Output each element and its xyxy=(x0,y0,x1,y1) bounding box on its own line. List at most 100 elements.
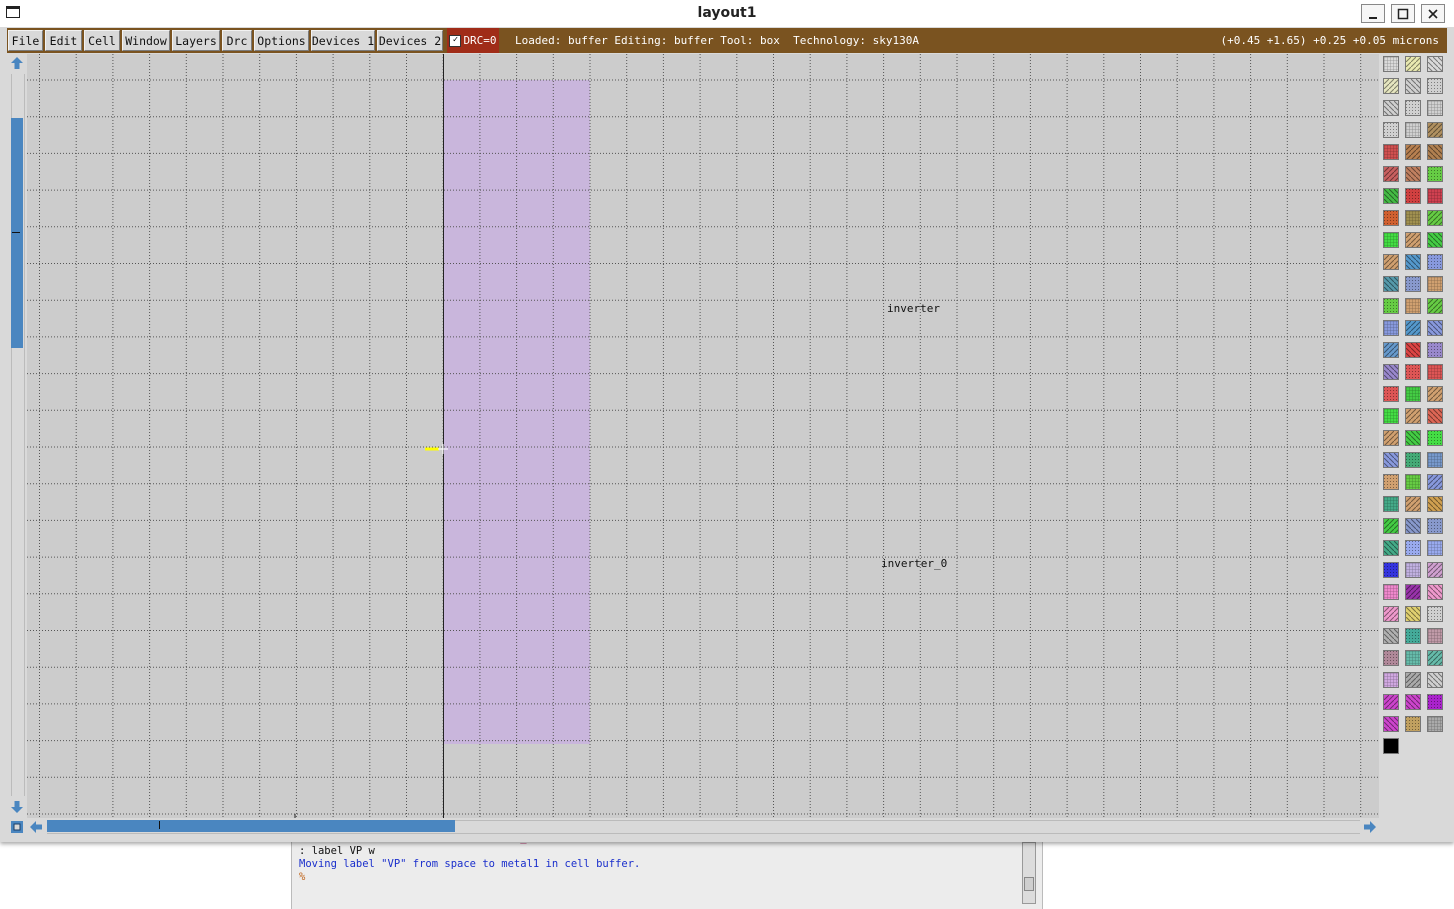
menu-window[interactable]: Window xyxy=(122,30,170,51)
layer-swatch[interactable] xyxy=(1427,496,1443,512)
layer-swatch[interactable] xyxy=(1405,342,1421,358)
layer-swatch[interactable] xyxy=(1383,606,1399,622)
console-scroll-thumb[interactable] xyxy=(1024,877,1034,891)
drc-checkbox[interactable]: ✓ xyxy=(449,34,462,47)
layer-swatch[interactable] xyxy=(1405,430,1421,446)
layer-swatch[interactable] xyxy=(1427,188,1443,204)
layer-swatch[interactable] xyxy=(1383,166,1399,182)
layer-swatch[interactable] xyxy=(1405,650,1421,666)
layer-swatch[interactable] xyxy=(1427,694,1443,710)
horizontal-scroll-thumb[interactable] xyxy=(47,820,455,832)
layer-swatch[interactable] xyxy=(1427,628,1443,644)
layer-swatch[interactable] xyxy=(1427,276,1443,292)
layer-swatch[interactable] xyxy=(1427,716,1443,732)
layer-swatch[interactable] xyxy=(1383,78,1399,94)
layer-swatch[interactable] xyxy=(1383,628,1399,644)
layer-swatch[interactable] xyxy=(1427,210,1443,226)
layer-swatch[interactable] xyxy=(1427,408,1443,424)
menu-devices-1[interactable]: Devices 1 xyxy=(311,30,375,51)
layer-swatch[interactable] xyxy=(1405,320,1421,336)
layer-swatch[interactable] xyxy=(1427,144,1443,160)
layer-swatch[interactable] xyxy=(1427,122,1443,138)
layer-swatch[interactable] xyxy=(1427,298,1443,314)
horizontal-scrollbar[interactable] xyxy=(9,818,1379,836)
layer-swatch[interactable] xyxy=(1383,298,1399,314)
layer-swatch[interactable] xyxy=(1383,276,1399,292)
scroll-up-button[interactable] xyxy=(10,56,24,70)
layer-swatch[interactable] xyxy=(1427,672,1443,688)
layer-swatch[interactable] xyxy=(1427,100,1443,116)
layer-swatch[interactable] xyxy=(1405,672,1421,688)
layer-swatch[interactable] xyxy=(1427,518,1443,534)
layer-swatch[interactable] xyxy=(1383,694,1399,710)
layer-swatch[interactable] xyxy=(1405,78,1421,94)
layer-swatch[interactable] xyxy=(1405,210,1421,226)
menu-layers[interactable]: Layers xyxy=(172,30,220,51)
layer-swatch[interactable] xyxy=(1383,122,1399,138)
layer-swatch[interactable] xyxy=(1405,628,1421,644)
layer-swatch[interactable] xyxy=(1383,100,1399,116)
layer-swatch[interactable] xyxy=(1383,342,1399,358)
layer-swatch[interactable] xyxy=(1383,496,1399,512)
layer-swatch[interactable] xyxy=(1383,562,1399,578)
layer-swatch[interactable] xyxy=(1427,254,1443,270)
layer-swatch[interactable] xyxy=(1405,606,1421,622)
layer-swatch[interactable] xyxy=(1405,540,1421,556)
scroll-left-button[interactable] xyxy=(29,820,43,834)
layer-swatch[interactable] xyxy=(1383,56,1399,72)
layer-swatch[interactable] xyxy=(1427,364,1443,380)
layer-swatch[interactable] xyxy=(1427,606,1443,622)
zoom-box-button[interactable] xyxy=(10,820,24,834)
layer-swatch[interactable] xyxy=(1383,716,1399,732)
layer-swatch[interactable] xyxy=(1405,276,1421,292)
menu-options[interactable]: Options xyxy=(254,30,309,51)
layer-swatch[interactable] xyxy=(1405,100,1421,116)
layer-swatch[interactable] xyxy=(1405,452,1421,468)
layer-swatch[interactable] xyxy=(1427,474,1443,490)
layer-swatch[interactable] xyxy=(1383,540,1399,556)
layer-swatch[interactable] xyxy=(1427,650,1443,666)
cell-label-inverter-0[interactable]: inverter_0 xyxy=(881,557,947,570)
close-button[interactable] xyxy=(1421,4,1445,23)
layer-swatch[interactable] xyxy=(1405,232,1421,248)
layer-swatch[interactable] xyxy=(1427,452,1443,468)
layer-swatch[interactable] xyxy=(1405,584,1421,600)
minimize-button[interactable] xyxy=(1361,4,1385,23)
layer-swatch[interactable] xyxy=(1405,562,1421,578)
layer-swatch[interactable] xyxy=(1427,56,1443,72)
layer-swatch[interactable] xyxy=(1405,166,1421,182)
layer-swatch[interactable] xyxy=(1383,518,1399,534)
layer-swatch[interactable] xyxy=(1405,386,1421,402)
layer-swatch[interactable] xyxy=(1427,562,1443,578)
layer-swatch[interactable] xyxy=(1405,716,1421,732)
vertical-scrollbar[interactable] xyxy=(9,54,25,818)
layer-swatch[interactable] xyxy=(1427,342,1443,358)
layer-swatch[interactable] xyxy=(1383,672,1399,688)
menu-devices-2[interactable]: Devices 2 xyxy=(377,30,443,51)
layer-swatch[interactable] xyxy=(1383,364,1399,380)
maximize-button[interactable] xyxy=(1391,4,1415,23)
layer-swatch[interactable] xyxy=(1383,232,1399,248)
drc-indicator[interactable]: ✓ DRC=0 xyxy=(447,28,499,53)
layer-swatch[interactable] xyxy=(1383,452,1399,468)
layer-swatch[interactable] xyxy=(1405,122,1421,138)
layer-swatch[interactable] xyxy=(1383,738,1399,754)
layer-swatch[interactable] xyxy=(1405,364,1421,380)
layer-swatch[interactable] xyxy=(1405,496,1421,512)
layer-swatch[interactable] xyxy=(1405,298,1421,314)
layer-swatch[interactable] xyxy=(1405,188,1421,204)
layer-swatch[interactable] xyxy=(1405,56,1421,72)
layer-swatch[interactable] xyxy=(1383,584,1399,600)
layer-swatch[interactable] xyxy=(1405,694,1421,710)
menu-drc[interactable]: Drc xyxy=(222,30,252,51)
menu-cell[interactable]: Cell xyxy=(84,30,120,51)
layer-swatch[interactable] xyxy=(1383,430,1399,446)
layer-swatch[interactable] xyxy=(1405,254,1421,270)
menu-edit[interactable]: Edit xyxy=(45,30,82,51)
layer-swatch[interactable] xyxy=(1427,166,1443,182)
layer-swatch[interactable] xyxy=(1383,650,1399,666)
layer-swatch[interactable] xyxy=(1383,386,1399,402)
layer-swatch[interactable] xyxy=(1405,144,1421,160)
menu-file[interactable]: File xyxy=(8,30,43,51)
console-prompt[interactable]: % xyxy=(299,871,1014,884)
